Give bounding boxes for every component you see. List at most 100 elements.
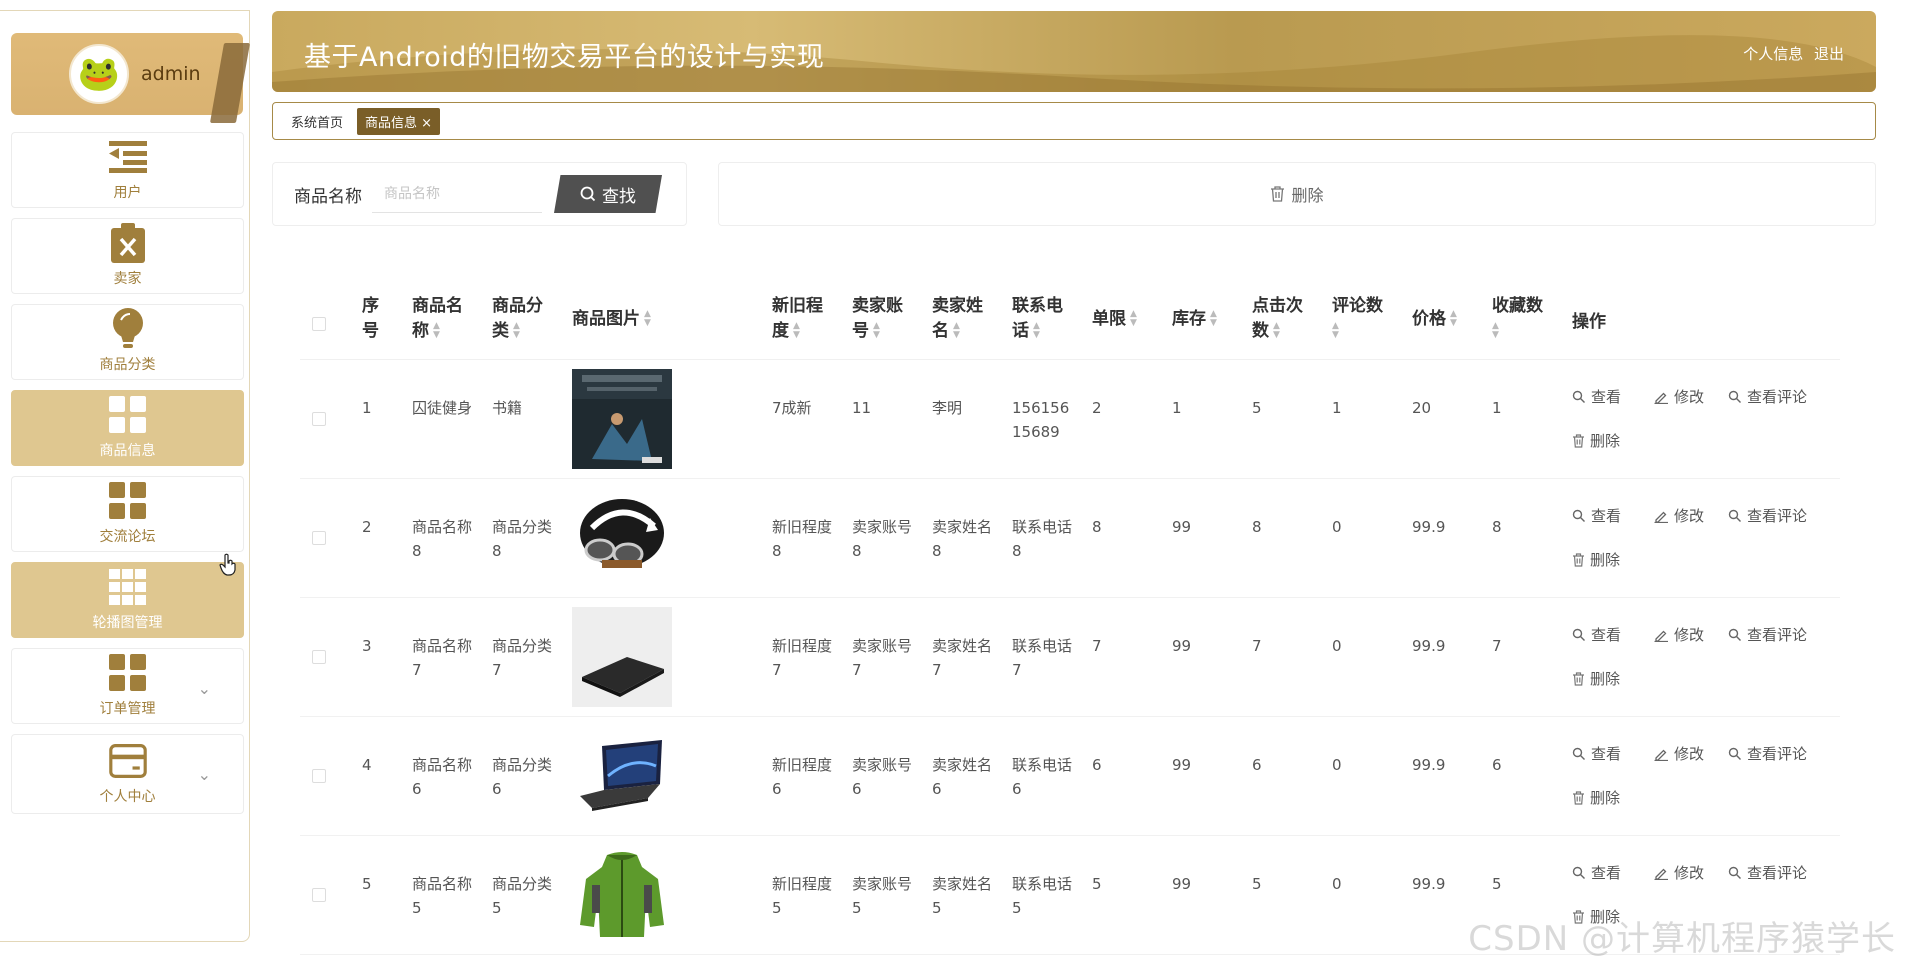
col-header-limit[interactable]: 单限 ▲ ▼ bbox=[1092, 307, 1137, 332]
cell-favorites: 1 bbox=[1492, 399, 1502, 417]
cell-condition: 新旧程度6 bbox=[772, 756, 833, 798]
sidebar-item-profile-center[interactable]: 个人中心 ⌄ bbox=[11, 734, 244, 814]
trash-icon bbox=[1573, 671, 1584, 686]
select-all-checkbox[interactable] bbox=[312, 317, 326, 331]
profile-link[interactable]: 个人信息 bbox=[1743, 45, 1803, 63]
sidebar-item-carousel[interactable]: 轮播图管理 bbox=[11, 562, 244, 638]
cell-name: 商品名称5 bbox=[412, 875, 473, 917]
edit-icon bbox=[1654, 868, 1668, 880]
view-button[interactable]: 查看 bbox=[1572, 386, 1621, 407]
cell-clicks: 5 bbox=[1252, 875, 1262, 893]
view-button[interactable]: 查看 bbox=[1572, 505, 1621, 526]
col-header-no[interactable]: 序号 bbox=[362, 294, 392, 344]
sidebar-item-forum[interactable]: 交流论坛 bbox=[11, 476, 244, 552]
view-comments-button[interactable]: 查看评论 bbox=[1728, 386, 1807, 407]
bulk-action-panel: 删除 bbox=[718, 162, 1876, 226]
row-checkbox[interactable] bbox=[312, 412, 326, 426]
goods-table: 序号 商品名称 ▲ ▼ 商品分类 ▲ ▼ 商品图片 ▲ ▼ 新旧程度 ▲ ▼ 卖家账号 ▲ ▼ 卖家… bbox=[300, 280, 1840, 955]
col-header-price[interactable]: 价格 ▲ ▼ bbox=[1412, 307, 1457, 332]
goods-image[interactable] bbox=[572, 845, 672, 945]
view-button[interactable]: 查看 bbox=[1572, 743, 1621, 764]
edit-button[interactable]: 修改 bbox=[1654, 386, 1704, 407]
logout-link[interactable]: 退出 bbox=[1814, 45, 1844, 63]
action-label: 修改 bbox=[1674, 745, 1705, 763]
sort-icon: ▲ ▼ bbox=[873, 321, 880, 340]
row-checkbox[interactable] bbox=[312, 531, 326, 545]
view-comments-button[interactable]: 查看评论 bbox=[1728, 743, 1807, 764]
action-label: 查看评论 bbox=[1747, 388, 1808, 406]
goods-image[interactable] bbox=[572, 488, 672, 588]
col-header-favorites[interactable]: 收藏数 ▲ ▼ bbox=[1492, 294, 1554, 344]
cell-condition: 新旧程度8 bbox=[772, 518, 833, 560]
view-button[interactable]: 查看 bbox=[1572, 624, 1621, 645]
sort-icon: ▲ ▼ bbox=[1492, 321, 1499, 340]
search-icon bbox=[1572, 509, 1585, 522]
search-button[interactable]: 查找 bbox=[554, 175, 662, 213]
col-header-phone[interactable]: 联系电话 ▲ ▼ bbox=[1012, 294, 1074, 344]
col-header-image[interactable]: 商品图片 ▲ ▼ bbox=[572, 307, 651, 332]
col-header-category[interactable]: 商品分类 ▲ ▼ bbox=[492, 294, 554, 344]
col-header-seller-account[interactable]: 卖家账号 ▲ ▼ bbox=[852, 294, 914, 344]
sidebar-item-sellers[interactable]: 卖家 bbox=[11, 218, 244, 294]
sort-icon: ▲ ▼ bbox=[1332, 321, 1339, 340]
sidebar-item-orders[interactable]: 订单管理 ⌄ bbox=[11, 648, 244, 724]
edit-button[interactable]: 修改 bbox=[1654, 505, 1704, 526]
user-profile[interactable]: 🐸 admin bbox=[11, 33, 251, 123]
delete-button[interactable]: 删除 bbox=[1572, 430, 1620, 451]
cell-seller-name: 卖家姓名7 bbox=[932, 637, 993, 679]
goods-image[interactable] bbox=[572, 369, 672, 469]
bulk-delete-button[interactable]: 删除 bbox=[1270, 182, 1324, 206]
cell-name: 囚徒健身 bbox=[412, 399, 473, 417]
cell-category: 商品分类6 bbox=[492, 756, 553, 798]
cell-seller-account: 卖家账号7 bbox=[852, 637, 913, 679]
edit-button[interactable]: 修改 bbox=[1654, 624, 1704, 645]
sidebar-item-categories[interactable]: 商品分类 bbox=[11, 304, 244, 380]
cell-favorites: 5 bbox=[1492, 875, 1502, 893]
edit-button[interactable]: 修改 bbox=[1654, 862, 1704, 883]
edit-button[interactable]: 修改 bbox=[1654, 743, 1704, 764]
search-icon bbox=[1728, 390, 1741, 403]
goods-image[interactable] bbox=[572, 607, 672, 707]
tab-home[interactable]: 系统首页 bbox=[283, 108, 351, 135]
cell-seller-name: 卖家姓名8 bbox=[932, 518, 993, 560]
search-input[interactable] bbox=[372, 175, 542, 213]
row-checkbox[interactable] bbox=[312, 769, 326, 783]
view-comments-button[interactable]: 查看评论 bbox=[1728, 862, 1807, 883]
row-checkbox[interactable] bbox=[312, 650, 326, 664]
col-header-condition[interactable]: 新旧程度 ▲ ▼ bbox=[772, 294, 834, 344]
sidebar-item-goods[interactable]: 商品信息 bbox=[11, 390, 244, 466]
col-header-clicks[interactable]: 点击次数 ▲ ▼ bbox=[1252, 294, 1314, 344]
cell-stock: 99 bbox=[1172, 637, 1192, 655]
col-header-seller-name[interactable]: 卖家姓名 ▲ ▼ bbox=[932, 294, 994, 344]
cell-seller-name: 卖家姓名6 bbox=[932, 756, 993, 798]
cell-limit: 6 bbox=[1092, 756, 1102, 774]
action-label: 查看 bbox=[1591, 626, 1622, 644]
chevron-down-icon: ⌄ bbox=[197, 765, 211, 784]
tab-goods-info[interactable]: 商品信息 × bbox=[357, 107, 441, 135]
view-button[interactable]: 查看 bbox=[1572, 862, 1621, 883]
view-comments-button[interactable]: 查看评论 bbox=[1728, 624, 1807, 645]
col-header-name[interactable]: 商品名称 ▲ ▼ bbox=[412, 294, 474, 344]
clipboard-x-icon bbox=[109, 223, 147, 263]
cell-comments: 0 bbox=[1332, 518, 1342, 536]
breadcrumb-tabs: 系统首页 商品信息 × bbox=[272, 102, 1876, 140]
goods-image[interactable] bbox=[572, 726, 672, 826]
cell-clicks: 7 bbox=[1252, 637, 1262, 655]
delete-button[interactable]: 删除 bbox=[1572, 549, 1620, 570]
cell-category: 商品分类7 bbox=[492, 637, 553, 679]
cell-category: 商品分类8 bbox=[492, 518, 553, 560]
sidebar-item-users[interactable]: 用户 bbox=[11, 132, 244, 208]
cell-no: 5 bbox=[362, 875, 372, 893]
cell-price: 99.9 bbox=[1412, 756, 1446, 774]
cell-stock: 99 bbox=[1172, 518, 1192, 536]
action-label: 查看 bbox=[1591, 507, 1622, 525]
row-checkbox[interactable] bbox=[312, 888, 326, 902]
delete-button[interactable]: 删除 bbox=[1572, 787, 1620, 808]
view-comments-button[interactable]: 查看评论 bbox=[1728, 505, 1807, 526]
lightbulb-icon bbox=[109, 308, 147, 348]
col-header-comments[interactable]: 评论数 ▲ ▼ bbox=[1332, 294, 1394, 344]
delete-button[interactable]: 删除 bbox=[1572, 668, 1620, 689]
cell-no: 2 bbox=[362, 518, 372, 536]
action-label: 修改 bbox=[1674, 388, 1705, 406]
col-header-stock[interactable]: 库存 ▲ ▼ bbox=[1172, 307, 1217, 332]
